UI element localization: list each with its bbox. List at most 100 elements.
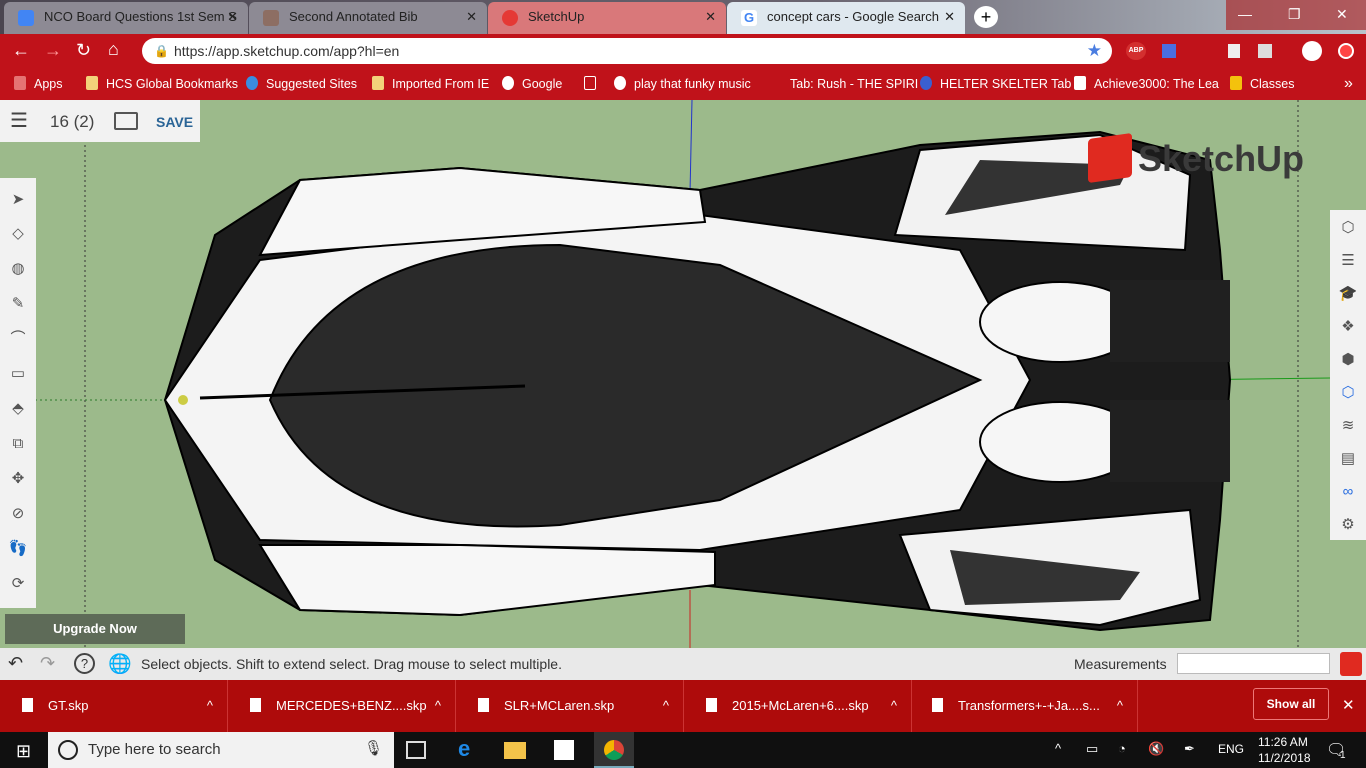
chevron-up-icon[interactable]: ^: [435, 680, 441, 732]
extension-icon[interactable]: [1258, 44, 1272, 58]
windows-start-icon[interactable]: ⊞: [16, 741, 31, 762]
folder-open-icon[interactable]: [114, 112, 138, 130]
arc-tool-icon[interactable]: ⌒: [8, 329, 28, 349]
close-tab-icon[interactable]: ✕: [705, 2, 716, 32]
language-indicator[interactable]: ENG: [1218, 742, 1244, 756]
download-item[interactable]: Transformers+-+Ja....s... ^: [910, 680, 1138, 732]
show-all-button[interactable]: Show all: [1253, 688, 1329, 720]
orbit-tool-icon[interactable]: ⟳: [8, 574, 28, 594]
download-item[interactable]: 2015+McLaren+6....skp ^: [684, 680, 912, 732]
microphone-icon[interactable]: 🎙: [364, 739, 383, 757]
paint-bucket-icon[interactable]: ◍: [8, 259, 28, 279]
chevron-up-icon[interactable]: ^: [1117, 680, 1123, 732]
show-hidden-icons[interactable]: ^: [1055, 741, 1061, 756]
url-bar[interactable]: 🔒 https://app.sketchup.com/app?hl=en ★: [142, 38, 1112, 64]
components-icon[interactable]: ❖: [1338, 317, 1358, 337]
close-tab-icon[interactable]: ✕: [466, 2, 477, 32]
redo-icon[interactable]: ↷: [40, 653, 55, 674]
sketchup-logo-icon[interactable]: [1340, 652, 1362, 676]
reload-button[interactable]: ↻: [76, 40, 91, 61]
bookmark-google[interactable]: Google: [502, 68, 562, 100]
taskbar-search[interactable]: Type here to search 🎙: [48, 732, 394, 768]
tape-measure-icon[interactable]: ⊘: [8, 504, 28, 524]
chevron-up-icon[interactable]: ^: [663, 680, 669, 732]
menu-icon[interactable]: ☰: [10, 108, 28, 133]
chevron-up-icon[interactable]: ^: [891, 680, 897, 732]
pencil-tool-icon[interactable]: ✎: [8, 294, 28, 314]
new-tab-button[interactable]: +: [974, 6, 998, 28]
volume-muted-icon[interactable]: 🔇: [1148, 741, 1164, 757]
wifi-icon[interactable]: ◔: [1118, 741, 1126, 756]
more-bookmarks-button[interactable]: »: [1344, 68, 1353, 100]
profile-avatar[interactable]: [1302, 41, 1322, 61]
download-item[interactable]: GT.skp ^: [0, 680, 228, 732]
taskbar: ⊞ Type here to search 🎙 e ^ ▭ ◔ 🔇 ✒ ENG …: [0, 732, 1366, 768]
styles-icon[interactable]: ⬡: [1338, 383, 1358, 403]
tab-nco-board[interactable]: NCO Board Questions 1st Sem S ✕: [4, 2, 248, 34]
eraser-tool-icon[interactable]: ◇: [8, 224, 28, 244]
outliner-icon[interactable]: ☰: [1338, 251, 1358, 271]
update-icon[interactable]: [1338, 43, 1354, 59]
bookmark-funky-music[interactable]: play that funky music: [614, 68, 751, 100]
offset-tool-icon[interactable]: ⧉: [8, 434, 28, 454]
chevron-up-icon[interactable]: ^: [207, 680, 213, 732]
file-icon: [706, 698, 717, 712]
forward-button[interactable]: →: [44, 40, 62, 61]
bookmark-apps[interactable]: Apps: [14, 68, 63, 100]
model-viewport[interactable]: SketchUp: [0, 100, 1366, 648]
model-info-icon[interactable]: ⚙: [1338, 515, 1358, 535]
task-view-icon[interactable]: [406, 741, 426, 759]
bookmark-page[interactable]: [584, 68, 604, 100]
select-tool-icon[interactable]: ➤: [8, 190, 28, 210]
bookmark-classes[interactable]: Classes: [1230, 68, 1294, 100]
bookmark-achieve3000[interactable]: Achieve3000: The Lea: [1074, 68, 1219, 100]
download-item[interactable]: MERCEDES+BENZ....skp ^: [228, 680, 456, 732]
scenes-icon[interactable]: ▤: [1338, 449, 1358, 469]
edge-icon[interactable]: e: [458, 736, 470, 762]
undo-icon[interactable]: ↶: [8, 653, 23, 674]
close-tab-icon[interactable]: ✕: [227, 2, 238, 32]
download-item[interactable]: SLR+MCLaren.skp ^: [456, 680, 684, 732]
bookmark-folder[interactable]: Suggested Sites: [246, 68, 357, 100]
bookmark-folder[interactable]: Imported From IE: [372, 68, 489, 100]
bookmark-helter-skelter[interactable]: HELTER SKELTER Tab: [920, 68, 1071, 100]
tab-sketchup[interactable]: SketchUp ✕: [488, 2, 726, 34]
chrome-taskbar-button[interactable]: [594, 732, 634, 768]
file-explorer-icon[interactable]: [504, 742, 526, 759]
back-button[interactable]: ←: [12, 40, 30, 61]
person-icon: [263, 10, 279, 26]
pdf-extension-icon[interactable]: [1228, 44, 1240, 58]
store-icon[interactable]: [554, 740, 574, 760]
minimize-button[interactable]: —: [1238, 6, 1252, 22]
bookmark-folder[interactable]: HCS Global Bookmarks: [86, 68, 238, 100]
entity-info-icon[interactable]: ⬡: [1338, 218, 1358, 238]
home-button[interactable]: ⌂: [108, 39, 119, 60]
move-tool-icon[interactable]: ✥: [8, 469, 28, 489]
instructor-icon[interactable]: 🎓: [1338, 284, 1358, 304]
push-pull-icon[interactable]: ⬘: [8, 399, 28, 419]
extension-icon[interactable]: [1162, 44, 1176, 58]
battery-icon[interactable]: ▭: [1086, 741, 1098, 757]
close-window-button[interactable]: ✕: [1336, 6, 1348, 23]
tab-google-search[interactable]: Gconcept cars - Google Search ✕: [727, 2, 965, 34]
walk-icon[interactable]: 👣: [8, 539, 28, 559]
restore-button[interactable]: ❐: [1288, 6, 1301, 23]
close-downloads-button[interactable]: ✕: [1342, 696, 1355, 714]
display-icon[interactable]: ∞: [1338, 482, 1358, 502]
layers-icon[interactable]: ≋: [1338, 416, 1358, 436]
rectangle-tool-icon[interactable]: ▭: [8, 364, 28, 384]
upgrade-now-button[interactable]: Upgrade Now: [5, 614, 185, 644]
measurements-input[interactable]: [1177, 653, 1330, 674]
tab-annotated-bib[interactable]: Second Annotated Bib ✕: [249, 2, 487, 34]
adblock-icon[interactable]: ABP: [1126, 42, 1146, 60]
clock-time[interactable]: 11:26 AM: [1258, 735, 1308, 749]
globe-icon[interactable]: 🌐: [108, 652, 132, 676]
pen-icon[interactable]: ✒: [1184, 741, 1195, 757]
materials-icon[interactable]: ⬢: [1338, 350, 1358, 370]
save-button[interactable]: SAVE: [156, 114, 193, 130]
bookmark-star-icon[interactable]: ★: [1087, 38, 1102, 64]
close-tab-icon[interactable]: ✕: [944, 2, 955, 32]
help-icon[interactable]: ?: [74, 653, 95, 674]
clock-date[interactable]: 11/2/2018: [1258, 751, 1311, 765]
bookmark-rush[interactable]: Tab: Rush - THE SPIRI: [790, 68, 918, 100]
